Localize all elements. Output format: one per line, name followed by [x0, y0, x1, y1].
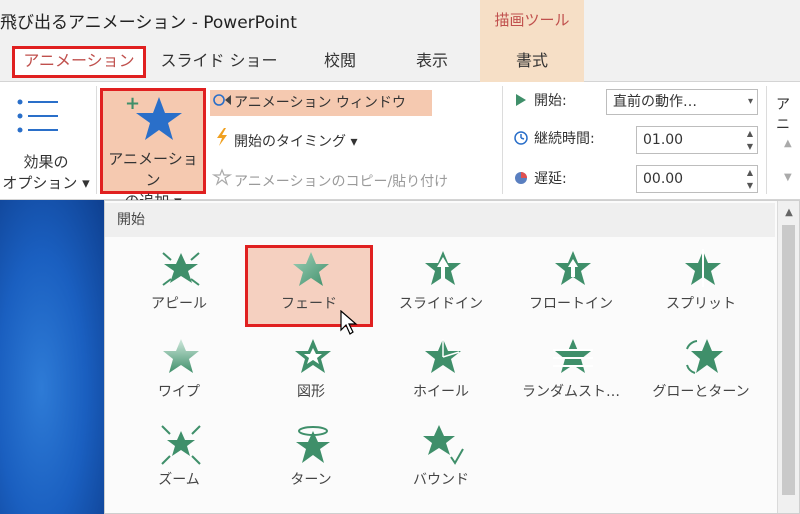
- gallery-item-split[interactable]: スプリット: [637, 245, 765, 327]
- tab-review[interactable]: 校閲: [300, 46, 380, 78]
- grow-turn-icon: [686, 339, 723, 374]
- ribbon: 効果の オプション ▾ + アニメーション の追加 ▾ アニメーション ウィンド…: [0, 82, 800, 210]
- float-in-icon: [555, 251, 591, 285]
- title-bar: 飛び出るアニメーション - PowerPoint 描画ツール: [0, 0, 800, 40]
- gallery-item-label: ターン: [290, 472, 332, 488]
- gallery-item-shape[interactable]: 図形: [247, 333, 375, 415]
- scroll-up-icon[interactable]: ▲: [778, 207, 800, 218]
- animation-painter-button[interactable]: アニメーションのコピー/貼り付け: [210, 168, 448, 194]
- slide-canvas[interactable]: [0, 200, 104, 514]
- animation-pane-icon: [210, 90, 234, 116]
- move-later-icon[interactable]: ▼: [784, 172, 792, 183]
- svg-text:+: +: [125, 93, 140, 114]
- group-divider: [96, 86, 97, 194]
- effect-options-label-2: オプション ▾: [2, 174, 90, 192]
- shape-icon: [295, 339, 331, 373]
- window-title: 飛び出るアニメーション - PowerPoint: [0, 13, 297, 33]
- tab-view[interactable]: 表示: [392, 46, 472, 78]
- start-select-value: 直前の動作…: [613, 94, 697, 110]
- clock-icon: [514, 131, 528, 145]
- animation-painter-icon: [210, 168, 234, 195]
- gallery-item-swivel[interactable]: ターン: [247, 421, 375, 503]
- random-bars-icon: [553, 339, 593, 373]
- start-label-row: 開始:: [514, 88, 567, 114]
- gallery-item-wipe[interactable]: ワイプ: [115, 333, 243, 415]
- gallery-item-label: アピール: [151, 296, 207, 312]
- gallery-item-label: フロートイン: [529, 296, 613, 312]
- split-icon: [685, 249, 721, 287]
- animation-pane-button[interactable]: アニメーション ウィンドウ: [210, 90, 432, 116]
- fly-in-icon: [425, 251, 461, 285]
- group-divider: [502, 86, 503, 194]
- animation-painter-label: アニメーションのコピー/貼り付け: [234, 174, 449, 190]
- duration-label-row: 継続時間:: [514, 126, 595, 152]
- gallery-item-label: ズーム: [158, 472, 200, 488]
- delay-icon: [515, 172, 527, 184]
- delay-spinner[interactable]: 00.00 ▲ ▼: [636, 165, 758, 193]
- add-animation-label-1: アニメーション: [108, 150, 198, 189]
- group-divider: [766, 86, 767, 194]
- gallery-item-appear[interactable]: アピール: [115, 245, 243, 327]
- effect-options-button[interactable]: 効果の オプション ▾: [0, 86, 92, 196]
- gallery-item-label: ランダムスト…: [522, 384, 620, 400]
- effect-options-icon: [17, 99, 58, 133]
- swivel-icon: [296, 426, 330, 463]
- appear-icon: [162, 252, 200, 286]
- context-group-label: 描画ツール: [494, 11, 570, 29]
- mouse-cursor-icon: [340, 310, 358, 335]
- spin-arrows-icon[interactable]: ▲ ▼: [743, 127, 757, 153]
- gallery-item-label: バウンド: [413, 472, 469, 488]
- gallery-section-header: 開始: [105, 203, 775, 237]
- effect-options-label-1: 効果の: [23, 153, 69, 171]
- move-earlier-icon[interactable]: ▲: [784, 138, 792, 149]
- gallery-item-bounce[interactable]: バウンド: [377, 421, 505, 503]
- gallery-item-grow-turn[interactable]: グローとターン: [637, 333, 765, 415]
- drawing-tools-context-header: 描画ツール: [480, 0, 584, 40]
- wipe-icon: [163, 339, 199, 373]
- lightning-icon: [210, 128, 234, 155]
- duration-spinner[interactable]: 01.00 ▲ ▼: [636, 126, 758, 154]
- gallery-item-label: スライドイン: [399, 296, 483, 312]
- delay-value: 00.00: [643, 171, 684, 187]
- gallery-item-random-bars[interactable]: ランダムスト…: [507, 333, 635, 415]
- bounce-icon: [423, 425, 464, 465]
- fade-icon: [293, 252, 329, 286]
- duration-label: 継続時間:: [534, 131, 595, 147]
- tab-animations[interactable]: アニメーション: [12, 46, 146, 78]
- gallery-item-zoom[interactable]: ズーム: [115, 421, 243, 503]
- gallery-item-label: ワイプ: [158, 384, 200, 400]
- duration-value: 01.00: [643, 132, 684, 148]
- gallery-item-label: ホイール: [413, 384, 469, 400]
- gallery-item-label: 図形: [297, 384, 325, 400]
- spin-arrows-icon[interactable]: ▲ ▼: [743, 166, 757, 192]
- trigger-label: 開始のタイミング ▾: [234, 134, 358, 150]
- play-icon: [516, 94, 526, 106]
- add-animation-star-icon: +: [125, 93, 182, 140]
- tab-format[interactable]: 書式: [480, 40, 584, 82]
- add-animation-button[interactable]: + アニメーション の追加 ▾: [100, 88, 206, 210]
- delay-label-row: 遅延:: [514, 166, 567, 192]
- start-select[interactable]: 直前の動作… ▾: [606, 89, 758, 115]
- gallery-scrollbar[interactable]: ▲: [777, 201, 799, 513]
- gallery-item-wheel[interactable]: ホイール: [377, 333, 505, 415]
- gallery-item-float-in[interactable]: フロートイン: [507, 245, 635, 327]
- reorder-animation-label: アニ: [776, 97, 790, 133]
- zoom-icon: [161, 425, 201, 465]
- scrollbar-thumb[interactable]: [782, 225, 795, 495]
- wheel-icon: [425, 339, 461, 373]
- gallery-item-label: グローとターン: [652, 384, 750, 400]
- start-label: 開始:: [534, 93, 567, 109]
- trigger-button[interactable]: 開始のタイミング ▾: [210, 128, 357, 154]
- gallery-item-label: スプリット: [666, 296, 736, 312]
- ribbon-tabs: アニメーション スライド ショー 校閲 表示 書式: [0, 40, 800, 82]
- animation-pane-label: アニメーション ウィンドウ: [234, 95, 406, 111]
- delay-label: 遅延:: [534, 171, 567, 187]
- chevron-down-icon: ▾: [747, 96, 753, 107]
- gallery-item-fly-in[interactable]: スライドイン: [377, 245, 505, 327]
- tab-slide-show[interactable]: スライド ショー: [156, 46, 282, 78]
- animation-gallery-dropdown: 開始 ▲ アピール フェード スライドイン フロートイン スプリット ワイプ 図…: [104, 200, 800, 514]
